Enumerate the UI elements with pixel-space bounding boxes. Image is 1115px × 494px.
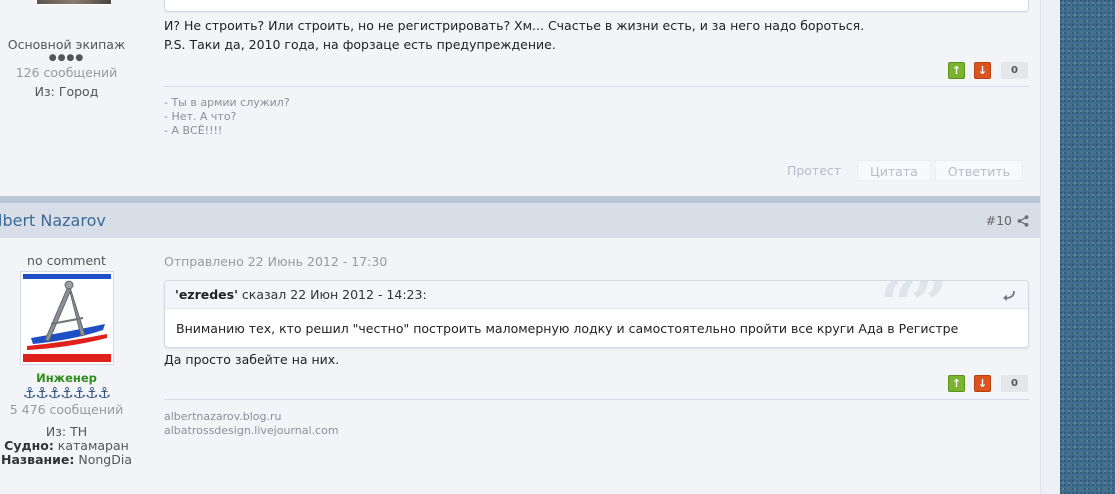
quote-box-bottom xyxy=(164,0,1029,12)
signature: albertnazarov.blog.ru albatrossdesign.li… xyxy=(164,410,339,438)
post-separator xyxy=(0,196,1040,203)
jump-to-post-icon[interactable] xyxy=(1002,289,1016,301)
signature-link[interactable]: albertnazarov.blog.ru xyxy=(164,410,339,424)
forum-post xyxy=(0,203,1040,494)
vessel-label: Судно: xyxy=(4,438,54,453)
avatar-compass-image xyxy=(23,274,111,362)
post-text-line: И? Не строить? Или строить, но не регист… xyxy=(164,18,865,33)
author-location: Из: Город xyxy=(0,84,133,99)
location-label: Из: xyxy=(45,424,67,439)
post-header: lbert Nazarov #10 xyxy=(0,203,1040,238)
rank-pips: ●●●● xyxy=(48,53,85,63)
author-info: Основной экипаж ●●●● 126 сообщений Из: Г… xyxy=(0,37,133,99)
location-label: Из: xyxy=(34,84,55,99)
post-text-line: P.S. Таки да, 2010 года, на форзаце есть… xyxy=(164,37,556,52)
vote-up-button[interactable]: ↑ xyxy=(948,61,965,79)
author-rank: Инженер xyxy=(36,371,97,385)
vote-down-button[interactable]: ↓ xyxy=(974,61,991,79)
signature-line: - Ты в армии служил? xyxy=(164,96,290,109)
signature-divider xyxy=(164,86,1029,87)
author-info: Инженер ⚓⚓⚓⚓⚓⚓⚓ 5 476 сообщений Из: ТН С… xyxy=(0,371,133,467)
vote-count: 0 xyxy=(1001,374,1028,392)
vote-down-button[interactable]: ↓ xyxy=(974,374,991,392)
quote-author: 'ezredes' xyxy=(175,287,238,302)
report-button[interactable]: Протест xyxy=(775,160,853,181)
share-icon[interactable] xyxy=(1017,215,1029,227)
vote-count: 0 xyxy=(1001,61,1028,79)
signature-divider xyxy=(164,399,1029,400)
author-vessel-name: Название: NongDia xyxy=(0,453,133,467)
post-number-link[interactable]: #10 xyxy=(986,213,1012,228)
reply-button[interactable]: Ответить xyxy=(934,160,1023,181)
author-name-link[interactable]: lbert Nazarov xyxy=(0,211,106,230)
vote-controls: ↑ ↓ 0 xyxy=(948,61,1028,79)
forum-post: Основной экипаж ●●●● 126 сообщений Из: Г… xyxy=(0,0,1040,196)
quote-header: 'ezredes' сказал 22 Июн 2012 - 14:23: “” xyxy=(165,281,1028,342)
vote-up-button[interactable]: ↑ xyxy=(948,374,965,392)
signature-line: - А ВСЁ!!!! xyxy=(164,124,223,137)
page-gutter xyxy=(1040,0,1060,494)
post-text: Да просто забейте на них. xyxy=(164,352,340,367)
vessel-name-value: NongDia xyxy=(78,452,132,467)
author-rank: Основной экипаж xyxy=(7,37,126,52)
post-actions: Протест Цитата Ответить xyxy=(775,160,1023,181)
vote-controls: ↑ ↓ 0 xyxy=(948,374,1028,392)
signature: - Ты в армии служил? - Нет. А что? - А В… xyxy=(164,96,290,138)
signature-line: - Нет. А что? xyxy=(164,110,237,123)
quote-button[interactable]: Цитата xyxy=(857,160,931,181)
quote-citation: 'ezredes' сказал 22 Июн 2012 - 14:23: xyxy=(175,287,427,302)
location-value: Город xyxy=(58,84,99,99)
avatar[interactable] xyxy=(20,271,114,365)
author-location: Из: ТН xyxy=(0,425,133,439)
author-post-count: 5 476 сообщений xyxy=(9,402,124,417)
author-post-count: 126 сообщений xyxy=(15,65,118,80)
location-value: ТН xyxy=(70,424,88,439)
author-status: no comment xyxy=(0,253,133,268)
post-date: Отправлено 22 Июнь 2012 - 17:30 xyxy=(164,254,388,269)
forum-page: Основной экипаж ●●●● 126 сообщений Из: Г… xyxy=(0,0,1040,494)
vessel-name-label: Название: xyxy=(1,452,75,467)
anchor-rank-icons: ⚓⚓⚓⚓⚓⚓⚓ xyxy=(22,384,111,402)
vessel-value: катамаран xyxy=(57,438,129,453)
author-vessel: Судно: катамаран xyxy=(0,439,133,453)
avatar[interactable] xyxy=(36,0,112,5)
quote-box: 'ezredes' сказал 22 Июн 2012 - 14:23: “”… xyxy=(164,280,1029,348)
quote-said-text: сказал 22 Июн 2012 - 14:23: xyxy=(241,287,427,302)
signature-link[interactable]: albatrossdesign.livejournal.com xyxy=(164,424,339,438)
post-body: И? Не строить? Или строить, но не регист… xyxy=(164,16,1029,54)
quote-body: Вниманию тех, кто решил "честно" построи… xyxy=(176,321,959,336)
author-status-text: no comment xyxy=(27,253,106,268)
background-pattern xyxy=(1060,0,1115,494)
